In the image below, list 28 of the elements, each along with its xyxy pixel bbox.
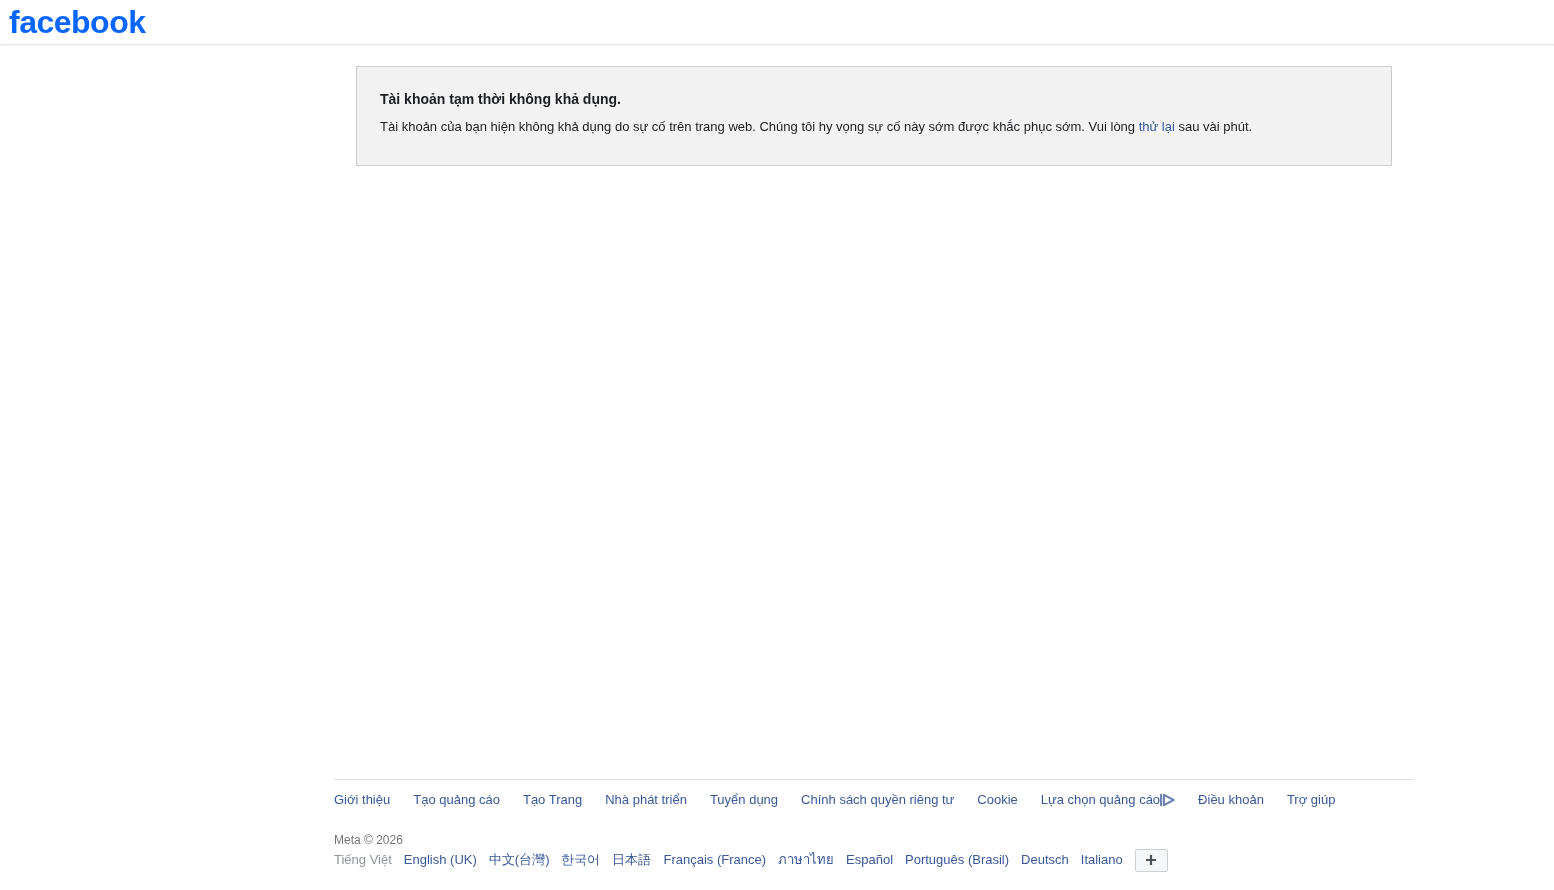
retry-link[interactable]: thử lại — [1138, 119, 1175, 134]
ad-choices-icon — [1160, 793, 1176, 807]
footer-link[interactable]: Chính sách quyền riêng tư — [801, 792, 955, 808]
copyright-text: Meta © 2026 — [334, 832, 404, 848]
footer-link[interactable]: Tạo quảng cáo — [413, 792, 500, 808]
footer-link[interactable]: Tuyển dụng — [709, 792, 779, 808]
footer-link[interactable]: Lựa chọn quảng cáo — [1040, 792, 1176, 808]
footer-link[interactable]: Nhà phát triển — [605, 792, 687, 808]
language-link[interactable]: Français (France) — [663, 852, 767, 868]
language-link[interactable]: Português (Brasil) — [905, 852, 1010, 868]
language-link[interactable]: ภาษาไทย — [778, 852, 835, 868]
footer-link[interactable]: Điều khoản — [1198, 792, 1264, 808]
language-link[interactable]: Español — [846, 852, 894, 868]
language-link[interactable]: Italiano — [1080, 852, 1123, 868]
language-link[interactable]: Deutsch — [1021, 852, 1069, 868]
plus-icon — [1145, 854, 1158, 866]
footer-link[interactable]: Giới thiệu — [334, 792, 391, 808]
language-link[interactable]: English (UK) — [403, 852, 477, 868]
footer-link[interactable]: Trợ giúp — [1286, 792, 1336, 808]
notice-message: Tài khoản của bạn hiện không khả dụng do sự cố trên trang web. Chúng tôi hy vọng sự cố này sớm được khắc phục sớm. Vui lòng thử lại sau vài phút. — [380, 119, 1254, 135]
footer-link[interactable]: Cookie — [977, 792, 1018, 808]
footer-link[interactable]: Tạo Trang — [522, 792, 583, 808]
language-link[interactable]: 中文(台灣) — [488, 852, 550, 868]
notice-title: Tài khoản tạm thời không khả dụng. — [380, 90, 622, 108]
facebook-logo[interactable]: facebook — [9, 5, 146, 39]
language-link[interactable]: 한국어 — [561, 852, 601, 868]
language-link[interactable]: 日本語 — [612, 852, 652, 868]
more-languages-button[interactable] — [1134, 848, 1168, 872]
